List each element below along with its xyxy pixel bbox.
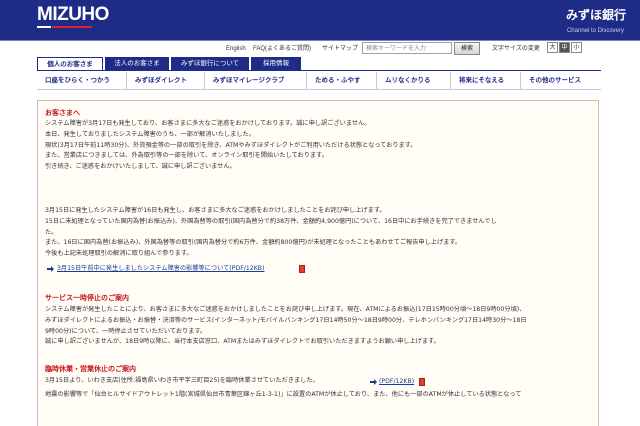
brand-tagline: Channel to Discovery xyxy=(566,28,624,34)
pdf-icon xyxy=(419,378,425,386)
nav-item-save-invest[interactable]: ためる・ふやす xyxy=(307,72,377,89)
suspension-line: みずほダイレクトによるお振込・お振替・決済等のサービス(インターネット/モバイル… xyxy=(45,316,527,324)
header-divider xyxy=(0,40,640,41)
search-button[interactable]: 検索 xyxy=(454,42,480,55)
text-size-small-button[interactable]: 小 xyxy=(571,42,582,53)
page: { "header": { "logo": "MIZUHO", "brand_j… xyxy=(0,0,640,426)
tab-recruit[interactable]: 採用情報 xyxy=(251,57,301,70)
tab-about[interactable]: みずほ銀行について xyxy=(171,57,249,70)
search-input[interactable]: 検索キーワードを入力 xyxy=(362,42,452,54)
pdf-icon xyxy=(299,265,305,273)
nav-item-direct[interactable]: みずほダイレクト xyxy=(127,72,205,89)
link-arrow-icon xyxy=(47,266,54,272)
incident-report-link[interactable]: 3月15日午前中に発生しましたシステム障害の影響等について(PDF/12KB) xyxy=(57,264,264,274)
suspension-title: サービス一時停止のご案内 xyxy=(45,294,129,302)
nav-item-account[interactable]: 口座をひらく・つかう xyxy=(37,72,127,89)
text-size-medium-button[interactable]: 中 xyxy=(559,42,570,53)
suspension-line: 9時00分)について、一時停止させていただいております。 xyxy=(45,327,207,335)
notice-title: お客さまへ xyxy=(45,109,80,117)
nav-item-mileage-club[interactable]: みずほマイレージクラブ xyxy=(205,72,307,89)
notice-line: 引き続き、ご迷惑をおかけいたしまして、誠に申し訳ございません。 xyxy=(45,163,236,171)
closure-line-1: 3月15日より、いわき支店(住所:福島県いわき市平字三町目25)を臨時休業させて… xyxy=(45,377,319,384)
incident-line: また、16日に国内為替(お振込み)、外国為替等の取引(国内為替分で約6万件、金額… xyxy=(45,239,462,247)
main-nav: 口座をひらく・つかう みずほダイレクト みずほマイレージクラブ ためる・ふやす … xyxy=(37,72,601,89)
closure-pdf-link[interactable]: (PDF/12KB) xyxy=(379,377,414,387)
logo-accent-white xyxy=(37,26,51,28)
brand-name-jp: みずほ銀行 xyxy=(565,8,626,22)
notice-line: システム障害が3月17日も発生しており、お客さまに多大なご迷惑をおかけしておりま… xyxy=(45,120,371,127)
tab-corporate[interactable]: 法人のお客さま xyxy=(105,57,169,70)
sitemap-link[interactable]: サイトマップ xyxy=(322,43,358,55)
nav-divider xyxy=(37,89,601,90)
incident-line: 3月15日に発生したシステム障害が16日も発生し、お客さまに多大なご迷惑をおかけ… xyxy=(45,207,386,214)
nav-item-borrow[interactable]: ムリなくかりる xyxy=(377,72,451,89)
incident-line: 15日に未処理となっていた国内為替(お振込み)、外国為替等の取引(国内為替分で約… xyxy=(45,217,497,225)
text-size-large-button[interactable]: 大 xyxy=(547,42,558,53)
suspension-line: システム障害が発生したことにより、お客さまに多大なご迷惑をおかけしましたことをお… xyxy=(45,306,526,313)
link-arrow-icon xyxy=(370,379,377,385)
text-size-label: 文字サイズの変更 xyxy=(492,45,540,52)
notice-body: システム障害が3月17日も発生しており、お客さまに多大なご迷惑をおかけしておりま… xyxy=(45,119,595,173)
suspension-body: システム障害が発生したことにより、お客さまに多大なご迷惑をおかけしましたことをお… xyxy=(45,305,595,348)
notice-line: 本日、発生しておりましたシステム障害のうち、一部が解消いたしました。 xyxy=(45,130,255,138)
tab-personal[interactable]: 個人のお客さま xyxy=(37,57,103,70)
closure-line-2: 地震の影響等で「仙台ヒルサイドアウトレット1階(宮城県仙台市青葉区錦ヶ丘1-3-… xyxy=(45,391,522,398)
closure-title: 臨時休業・営業休止のご案内 xyxy=(45,365,136,373)
english-link[interactable]: English xyxy=(226,43,246,55)
nav-item-future[interactable]: 将来にそなえる xyxy=(451,72,521,89)
notice-line: また、営業店につきましては、外為取引等の一部を除いて、オンライン取引を開始いたし… xyxy=(45,152,328,160)
notice-line: 現状(3月17日午前11時30分)、外貨預金等の一部の取引を除き、ATMやみずほ… xyxy=(45,141,417,149)
mizuho-logo[interactable]: MIZUHO xyxy=(37,4,109,26)
faq-link[interactable]: FAQ(よくあるご質問) xyxy=(253,43,311,55)
site-header: MIZUHO みずほ銀行 Channel to Discovery xyxy=(0,0,640,40)
incident-line: た。 xyxy=(45,228,58,236)
suspension-line: 誠に申し訳ございませんが、18日9時以降に、当行本支店窓口、ATMまたはみずほダ… xyxy=(45,338,440,346)
nav-item-other-services[interactable]: その他のサービス xyxy=(521,72,601,89)
incident-line: 今後も上記未処理取引の解消に取り組んで参ります。 xyxy=(45,250,193,258)
incident-body: 3月15日に発生したシステム障害が16日も発生し、お客さまに多大なご迷惑をおかけ… xyxy=(45,206,595,260)
logo-accent-red xyxy=(52,26,92,28)
category-tabs-baseline xyxy=(37,70,601,71)
